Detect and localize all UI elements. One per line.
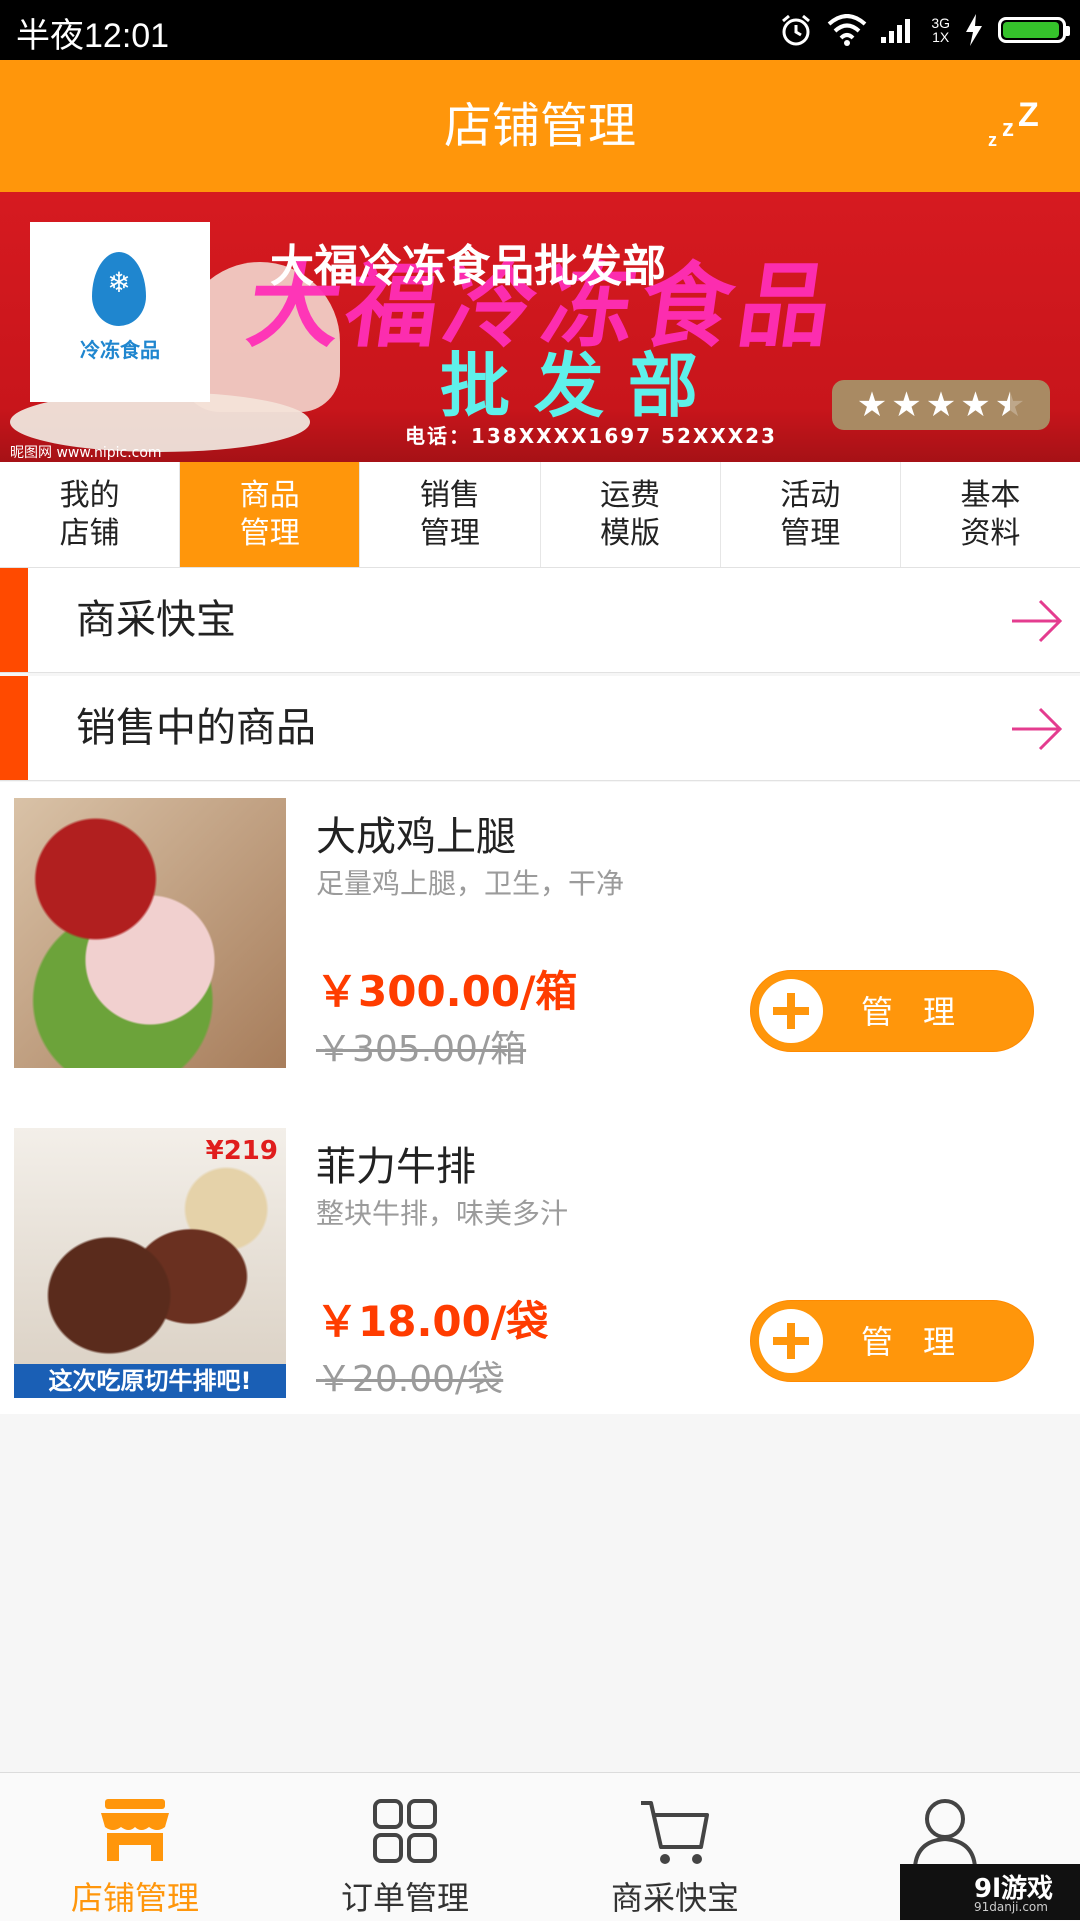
store-name: 大福冷冻食品批发部 [270,241,666,292]
manage-button[interactable]: 管理 [750,970,1034,1052]
site-watermark: 9l游戏 91danji.com [900,1864,1080,1920]
banner-background-subtitle: 批发部 [440,344,722,427]
section-accent-bar [0,568,28,672]
section-row-shangcai[interactable]: 商采快宝 [0,568,1080,673]
list-item[interactable]: ¥219 这次吃原切牛排吧! 菲力牛排 整块牛排，味美多汁 ￥18.00/袋 ￥… [0,1112,1080,1412]
image-price-tag: ¥219 [205,1136,278,1166]
nav-label: 订单管理 [340,1879,469,1917]
product-image[interactable] [14,798,286,1068]
tab-sales-management[interactable]: 销售管理 [360,462,541,567]
store-rating: ★ ★ ★ ★ ★ [832,380,1050,430]
sleep-icon[interactable]: z z Z [986,100,1042,150]
network-type: 3G 1X [931,15,950,45]
half-star-icon: ★ [994,385,1026,425]
star-icon: ★ [891,385,922,425]
nav-shangcai[interactable]: 商采快宝 [540,1773,810,1921]
signal-icon [881,19,911,43]
status-bar: 半夜12:01 3G 1X [0,0,1080,60]
manage-button-label: 管理 [861,993,986,1031]
battery-icon [998,17,1070,43]
star-icon: ★ [925,385,957,425]
status-icons: 3G 1X [779,10,1070,50]
store-banner: 大福冷冻食品 批发部 电话：138XXXX1697 52XXX23 昵图网 ww… [0,192,1080,462]
product-price: ￥18.00/袋 [316,1297,549,1346]
arrow-right-icon [1012,707,1063,751]
plus-icon [759,1309,823,1373]
store-tabs: 我的店铺 商品管理 销售管理 运费模版 活动管理 基本资料 [0,462,1080,568]
tab-basic-info[interactable]: 基本资料 [901,462,1080,567]
product-original-price: ￥305.00/箱 [316,1029,527,1070]
product-original-price: ￥20.00/袋 [316,1359,504,1400]
tab-product-management[interactable]: 商品管理 [180,462,361,567]
alarm-icon [782,14,811,46]
tab-shipping-template[interactable]: 运费模版 [541,462,721,567]
snowflake-icon: ❄ [107,266,131,299]
store-icon [101,1799,169,1861]
status-time: 半夜12:01 [16,17,170,55]
section-row-on-sale[interactable]: 销售中的商品 [0,676,1080,781]
banner-phone: 电话：138XXXX1697 52XXX23 [405,424,777,448]
plus-icon [759,979,823,1043]
logo-text: 冷冻食品 [80,338,160,362]
nav-store-management[interactable]: 店铺管理 [0,1773,270,1921]
cart-icon [641,1801,709,1864]
svg-text:z: z [988,130,997,150]
banner-credit: 昵图网 www.nipic.com [10,445,162,461]
section-label: 商采快宝 [76,597,236,643]
nav-label: 店铺管理 [70,1879,199,1917]
svg-text:z: z [1002,115,1014,142]
app-header: 店铺管理 z z Z [0,60,1080,192]
section-accent-bar [0,676,28,780]
section-label: 销售中的商品 [76,705,316,751]
nav-label: 商采快宝 [610,1879,739,1917]
product-image[interactable]: ¥219 这次吃原切牛排吧! [14,1128,286,1398]
product-description: 足量鸡上腿，卫生，干净 [316,867,625,900]
arrow-right-icon [1012,599,1063,643]
product-price: ￥300.00/箱 [316,967,578,1016]
svg-text:Z: Z [1018,100,1039,134]
charging-icon [966,14,982,46]
nav-order-management[interactable]: 订单管理 [270,1773,540,1921]
wifi-icon [827,14,867,46]
page-title: 店铺管理 [443,98,636,154]
tab-my-store[interactable]: 我的店铺 [0,462,181,567]
tab-activity-management[interactable]: 活动管理 [721,462,901,567]
product-name: 大成鸡上腿 [316,814,516,860]
store-logo[interactable]: ❄ 冷冻食品 [30,222,210,402]
list-item[interactable]: 大成鸡上腿 足量鸡上腿，卫生，干净 ￥300.00/箱 ￥305.00/箱 管理 [0,782,1080,1082]
product-description: 整块牛排，味美多汁 [316,1197,569,1230]
manage-button-label: 管理 [861,1323,986,1361]
product-list: 大成鸡上腿 足量鸡上腿，卫生，干净 ￥300.00/箱 ￥305.00/箱 管理… [0,782,1080,1414]
user-icon [913,1799,977,1868]
star-icon: ★ [960,385,991,425]
star-icon: ★ [856,385,888,425]
product-name: 菲力牛排 [316,1144,476,1190]
image-caption: 这次吃原切牛排吧! [14,1364,286,1398]
manage-button[interactable]: 管理 [750,1300,1034,1382]
grid-icon [373,1799,437,1863]
